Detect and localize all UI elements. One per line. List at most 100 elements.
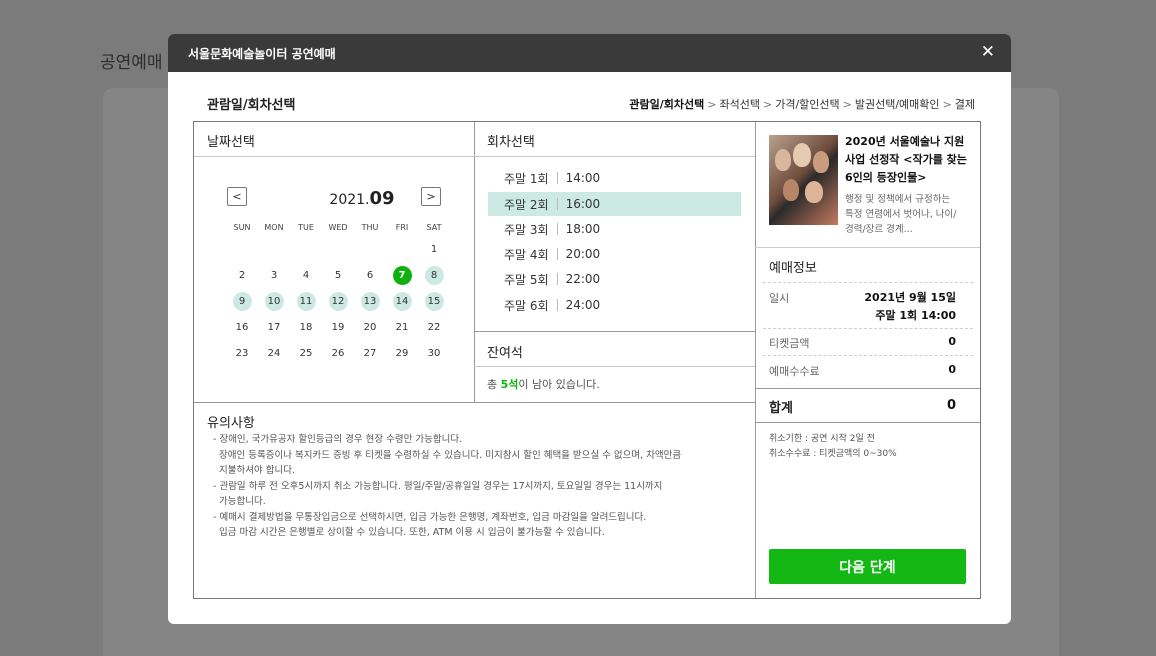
session-section-heading: 회차선택	[487, 135, 535, 150]
divider	[755, 122, 756, 598]
calendar-day[interactable]: 10	[258, 291, 290, 311]
divider	[474, 331, 755, 332]
calendar-day[interactable]: 27	[354, 344, 386, 363]
session-option[interactable]: 주말 5회 22:00	[488, 267, 741, 291]
calendar-day-number	[233, 240, 252, 259]
session-option[interactable]: 주말 6회 24:00	[488, 293, 741, 317]
calendar-day-number	[329, 240, 348, 259]
modal-header: 서울문화예술놀이터 공연예매	[168, 34, 1011, 72]
session-option[interactable]: 주말 4회 20:00	[488, 242, 741, 266]
session-separator	[556, 273, 558, 285]
weekday-header: SUN MON TUE WED THU FRI SAT	[226, 218, 450, 236]
calendar-day[interactable]: 17	[258, 318, 290, 337]
calendar-day[interactable]: 30	[418, 344, 450, 363]
weekday-label: MON	[264, 222, 284, 232]
calendar-day[interactable]: 2	[226, 266, 258, 285]
calendar-week: 1	[226, 236, 450, 262]
calendar-day[interactable]: 23	[226, 344, 258, 363]
calendar-day[interactable]: 22	[418, 318, 450, 337]
calendar-day-number: 8	[424, 265, 444, 285]
booking-info-heading: 예매정보	[769, 261, 817, 276]
prev-month-button[interactable]: <	[227, 187, 247, 206]
calendar-day[interactable]: 19	[322, 318, 354, 337]
session-value: 주말 1회 14:00	[875, 309, 956, 322]
calendar-day[interactable]: 18	[290, 318, 322, 337]
session-name: 주말 3회	[504, 222, 549, 237]
notes-line: 입금 마감 시간은 은행별로 상이할 수 있습니다. 또한, ATM 이용 시 …	[213, 527, 605, 538]
calendar-day[interactable]: 20	[354, 318, 386, 337]
calendar-day[interactable]: 16	[226, 318, 258, 337]
calendar-day[interactable]: 6	[354, 266, 386, 285]
calendar-day[interactable]: 15	[418, 291, 450, 311]
calendar-day[interactable]: 9	[226, 291, 258, 311]
calendar-week: 9 10 11 12 13 14 15	[226, 288, 450, 314]
calendar-day[interactable]: 12	[322, 291, 354, 311]
calendar-empty-cell	[354, 240, 386, 259]
calendar-day[interactable]: 4	[290, 266, 322, 285]
calendar-day[interactable]: 21	[386, 318, 418, 337]
breadcrumb-step: 발권선택/예매확인	[854, 98, 940, 111]
breadcrumb-step: 결제	[954, 98, 975, 111]
notes-line: - 예매시 결제방법을 무통장입금으로 선택하시면, 입금 가능한 은행명, 계…	[213, 511, 647, 523]
date-section-heading: 날짜선택	[207, 135, 255, 150]
calendar-day[interactable]: 13	[354, 291, 386, 311]
divider	[763, 282, 973, 283]
calendar-day[interactable]: 25	[290, 344, 322, 363]
notes-line: - 관람일 하루 전 오후5시까지 취소 가능합니다. 평일/주말/공휴일일 경…	[213, 480, 663, 492]
calendar-day[interactable]: 7	[386, 265, 418, 285]
remaining-heading: 잔여석	[487, 346, 523, 361]
calendar-day-number: 9	[232, 291, 252, 311]
calendar-month-label: 2021.09	[312, 188, 412, 209]
calendar-day-number: 12	[328, 291, 348, 311]
session-name: 주말 2회	[504, 197, 549, 212]
calendar-day[interactable]: 29	[386, 344, 418, 363]
weekday-label: THU	[361, 222, 379, 232]
calendar-week: 2 3 4 5 6 78	[226, 262, 450, 288]
session-option[interactable]: 주말 3회 18:00	[488, 217, 741, 241]
show-title-line: 사업 선정작 <작가를 찾는	[845, 153, 967, 166]
calendar-day[interactable]: 11	[290, 291, 322, 311]
divider	[194, 156, 755, 157]
calendar-day[interactable]: 26	[322, 344, 354, 363]
next-step-button[interactable]: 다음 단계	[769, 549, 966, 584]
calendar-day-number: 2	[238, 269, 246, 281]
calendar-day[interactable]: 8	[418, 265, 450, 285]
breadcrumb: 관람일/회차선택 > 좌석선택 > 가격/할인선택 > 발권선택/예매확인 > 결제	[629, 96, 975, 112]
ticket-price-label: 티켓금액	[769, 337, 810, 350]
calendar-day-number: 23	[235, 347, 249, 359]
close-icon[interactable]: ✕	[981, 42, 995, 62]
calendar-week: 23 24 25 26 27 29 30	[226, 340, 450, 366]
session-option[interactable]: 주말 1회 14:00	[488, 166, 741, 190]
calendar-day-number: 4	[302, 269, 310, 281]
remaining-suffix: 이 남아 있습니다.	[518, 378, 600, 391]
calendar-day[interactable]: 1	[418, 240, 450, 259]
session-separator	[556, 198, 558, 210]
calendar-day-number: 21	[395, 321, 409, 333]
calendar-day[interactable]: 3	[258, 266, 290, 285]
session-name: 주말 4회	[504, 247, 549, 262]
show-desc-line: 경력/장르 경계...	[845, 224, 913, 235]
calendar-day-number: 25	[299, 347, 313, 359]
divider	[763, 355, 973, 356]
next-month-button[interactable]: >	[421, 187, 441, 206]
calendar-day-number: 17	[267, 321, 281, 333]
calendar-day-number: 22	[427, 321, 441, 333]
calendar-day[interactable]: 5	[322, 266, 354, 285]
session-option[interactable]: 주말 2회 16:00	[488, 192, 741, 216]
calendar-day-number: 6	[366, 269, 374, 281]
calendar-day-number: 19	[331, 321, 345, 333]
calendar-day-number: 27	[363, 347, 377, 359]
weekday-label: FRI	[395, 222, 409, 232]
calendar-day-number: 16	[235, 321, 249, 333]
session-name: 주말 1회	[504, 171, 549, 186]
booking-frame: 날짜선택 < 2021.09 > SUN MON TUE WED THU FRI…	[193, 121, 981, 599]
divider	[474, 122, 475, 402]
remaining-count: 5석	[500, 378, 519, 391]
session-separator	[556, 299, 558, 311]
calendar-grid: SUN MON TUE WED THU FRI SAT 1 2 3 4 5 6 7 8 9 10 1…	[226, 218, 450, 366]
total-value: 0	[946, 398, 956, 413]
calendar-day[interactable]: 24	[258, 344, 290, 363]
divider	[474, 366, 755, 367]
divider	[755, 388, 980, 389]
calendar-day[interactable]: 14	[386, 291, 418, 311]
